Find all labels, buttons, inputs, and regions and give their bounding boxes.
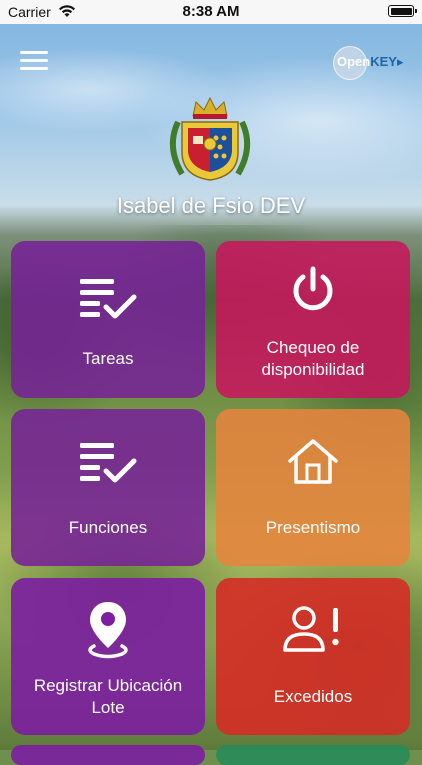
menu-button[interactable] bbox=[20, 50, 48, 72]
status-time: 8:38 AM bbox=[182, 3, 240, 20]
tile-chequeo-disponibilidad[interactable]: Chequeo de disponibilidad bbox=[216, 241, 410, 398]
tile-registrar-ubicacion-lote[interactable]: Registrar Ubicación Lote bbox=[11, 578, 205, 735]
openkey-logo: OpenKEY▸ bbox=[333, 46, 407, 80]
house-icon bbox=[288, 439, 338, 484]
tile-label: Presentismo bbox=[265, 518, 361, 537]
page-title: Isabel de Fsio DEV bbox=[116, 193, 306, 218]
coat-of-arms-icon bbox=[169, 96, 251, 181]
tile-next-row-right[interactable] bbox=[216, 745, 410, 765]
location-pin-icon bbox=[88, 602, 128, 659]
tile-funciones[interactable]: Funciones bbox=[11, 409, 205, 566]
tile-excedidos[interactable]: Excedidos bbox=[216, 578, 410, 735]
power-icon bbox=[293, 266, 333, 311]
tile-label: Excedidos bbox=[273, 687, 353, 706]
hamburger-menu-icon bbox=[20, 51, 48, 54]
battery-icon bbox=[388, 5, 417, 17]
tile-presentismo[interactable]: Presentismo bbox=[216, 409, 410, 566]
tile-label: Funciones bbox=[68, 518, 148, 537]
tile-label: Registrar Ubicación Lote bbox=[33, 676, 183, 717]
tile-label: Chequeo de disponibilidad bbox=[261, 338, 365, 379]
tile-label: Tareas bbox=[82, 349, 134, 368]
checklist-icon bbox=[80, 279, 137, 319]
tile-next-row-left[interactable] bbox=[11, 745, 205, 765]
tile-tareas[interactable]: Tareas bbox=[11, 241, 205, 398]
checklist-icon bbox=[80, 443, 137, 483]
status-bar: Carrier 8:38 AM bbox=[0, 0, 422, 24]
user-alert-icon bbox=[283, 606, 339, 652]
